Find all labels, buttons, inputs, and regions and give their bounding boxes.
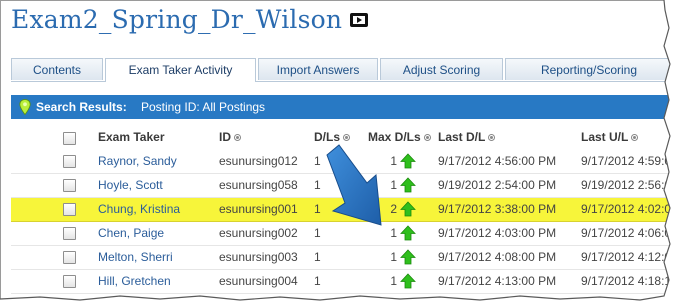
dls-count: 1 <box>314 250 321 264</box>
dls-count: 1 <box>314 202 321 216</box>
increase-max-arrow-icon[interactable] <box>400 225 416 241</box>
exam-taker-table: Exam Taker ID D/Ls Max D/Ls Last D/L Las… <box>11 125 673 294</box>
row-checkbox[interactable] <box>63 203 76 216</box>
last-dl-time: 9/17/2012 4:03:00 PM <box>438 226 557 240</box>
exam-taker-name-link[interactable]: Raynor, Sandy <box>98 150 177 173</box>
row-checkbox[interactable] <box>63 227 76 240</box>
last-ul-time: 9/17/2012 4:02:0 <box>581 202 672 216</box>
search-results-text: Posting ID: All Postings <box>141 100 266 114</box>
tab-label: Adjust Scoring <box>402 63 481 77</box>
last-dl-time: 9/17/2012 4:08:00 PM <box>438 250 557 264</box>
exam-taker-id: esunursing002 <box>219 226 298 240</box>
last-ul-time: 9/17/2012 4:59:0 <box>581 154 672 168</box>
last-ul-time: 9/17/2012 4:18:1 <box>581 274 672 288</box>
row-checkbox[interactable] <box>63 179 76 192</box>
exam-taker-id: esunursing001 <box>219 202 298 216</box>
col-header-last-ul[interactable]: Last U/L <box>581 125 639 150</box>
increase-max-arrow-icon[interactable] <box>400 177 416 193</box>
col-header-last-ul-label: Last U/L <box>581 130 629 144</box>
table-row: Hoyle, Scott esunursing058 1 1 9/19/2012… <box>11 174 673 198</box>
max-dls-value: 1 <box>390 154 397 168</box>
dls-count: 1 <box>314 226 321 240</box>
table-row: Raynor, Sandy esunursing012 1 1 9/17/201… <box>11 150 673 174</box>
row-checkbox[interactable] <box>63 275 76 288</box>
increase-max-arrow-icon[interactable] <box>400 201 416 217</box>
row-checkbox[interactable] <box>63 251 76 264</box>
col-header-id[interactable]: ID <box>219 125 241 150</box>
col-header-exam-taker[interactable]: Exam Taker <box>98 125 165 150</box>
sort-icon[interactable] <box>343 134 351 141</box>
increase-max-arrow-icon[interactable] <box>400 153 416 169</box>
exam-taker-name-link[interactable]: Chen, Paige <box>98 222 164 245</box>
search-results-bar: Search Results: Posting ID: All Postings <box>11 95 673 119</box>
select-all-checkbox[interactable] <box>63 132 76 145</box>
col-header-id-label: ID <box>219 130 231 144</box>
table-header-row: Exam Taker ID D/Ls Max D/Ls Last D/L Las… <box>11 125 673 150</box>
tab-label: Exam Taker Activity <box>128 63 233 77</box>
film-icon[interactable] <box>350 12 369 27</box>
increase-max-arrow-icon[interactable] <box>400 249 416 265</box>
tab-contents[interactable]: Contents <box>11 58 103 80</box>
dls-count: 1 <box>314 178 321 192</box>
table-row: Hill, Gretchen esunursing004 1 1 9/17/20… <box>11 270 673 294</box>
search-results-label: Search Results: <box>36 100 127 114</box>
last-ul-time: 9/17/2012 4:12:0 <box>581 250 672 264</box>
exam-taker-name-link[interactable]: Chung, Kristina <box>98 198 180 221</box>
last-ul-time: 9/17/2012 4:06:0 <box>581 226 672 240</box>
col-header-last-dl-label: Last D/L <box>438 130 486 144</box>
last-dl-time: 9/17/2012 4:56:00 PM <box>438 154 557 168</box>
sort-icon[interactable] <box>631 134 639 141</box>
max-dls-value: 1 <box>390 226 397 240</box>
table-row: Melton, Sherri esunursing003 1 1 9/17/20… <box>11 246 673 270</box>
max-dls-value: 1 <box>390 274 397 288</box>
col-header-dls-label: D/Ls <box>314 130 341 144</box>
tab-label: Import Answers <box>276 63 360 77</box>
app-frame: Exam2_Spring_Dr_Wilson Contents Exam Tak… <box>0 0 673 300</box>
tab-exam-taker-activity[interactable]: Exam Taker Activity <box>105 58 256 82</box>
row-checkbox[interactable] <box>63 155 76 168</box>
tab-label: Contents <box>32 63 82 77</box>
tab-import-answers[interactable]: Import Answers <box>258 58 378 80</box>
sort-icon[interactable] <box>488 134 496 141</box>
table-row-highlighted: Chung, Kristina esunursing001 1 2 9/17/2… <box>11 198 673 222</box>
col-header-max-dls-label: Max D/Ls <box>368 130 421 144</box>
sort-icon[interactable] <box>234 134 241 141</box>
last-dl-time: 9/19/2012 2:54:00 PM <box>438 178 557 192</box>
col-header-dls[interactable]: D/Ls <box>314 125 351 150</box>
last-ul-time: 9/19/2012 2:56:0 <box>581 178 672 192</box>
col-header-last-dl[interactable]: Last D/L <box>438 125 496 150</box>
max-dls-value: 1 <box>390 178 397 192</box>
pin-icon <box>19 99 31 115</box>
tab-bar: Contents Exam Taker Activity Import Answ… <box>11 58 673 82</box>
max-dls-value: 2 <box>390 202 397 216</box>
exam-taker-name-link[interactable]: Hill, Gretchen <box>98 270 171 293</box>
tab-label: Reporting/Scoring <box>540 63 638 77</box>
increase-max-arrow-icon[interactable] <box>400 273 416 289</box>
exam-taker-id: esunursing012 <box>219 154 298 168</box>
last-dl-time: 9/17/2012 3:38:00 PM <box>438 202 557 216</box>
exam-taker-id: esunursing004 <box>219 274 298 288</box>
table-row: Chen, Paige esunursing002 1 1 9/17/2012 … <box>11 222 673 246</box>
exam-taker-name-link[interactable]: Melton, Sherri <box>98 246 173 269</box>
tab-adjust-scoring[interactable]: Adjust Scoring <box>380 58 503 80</box>
tab-reporting-scoring[interactable]: Reporting/Scoring <box>505 58 673 80</box>
max-dls-value: 1 <box>390 250 397 264</box>
page-title: Exam2_Spring_Dr_Wilson <box>11 5 369 34</box>
exam-taker-id: esunursing003 <box>219 250 298 264</box>
page-title-text: Exam2_Spring_Dr_Wilson <box>11 5 343 34</box>
col-header-max-dls[interactable]: Max D/Ls <box>368 125 431 150</box>
last-dl-time: 9/17/2012 4:13:00 PM <box>438 274 557 288</box>
dls-count: 1 <box>314 154 321 168</box>
exam-taker-name-link[interactable]: Hoyle, Scott <box>98 174 163 197</box>
exam-taker-id: esunursing058 <box>219 178 298 192</box>
sort-icon[interactable] <box>423 134 431 141</box>
dls-count: 1 <box>314 274 321 288</box>
